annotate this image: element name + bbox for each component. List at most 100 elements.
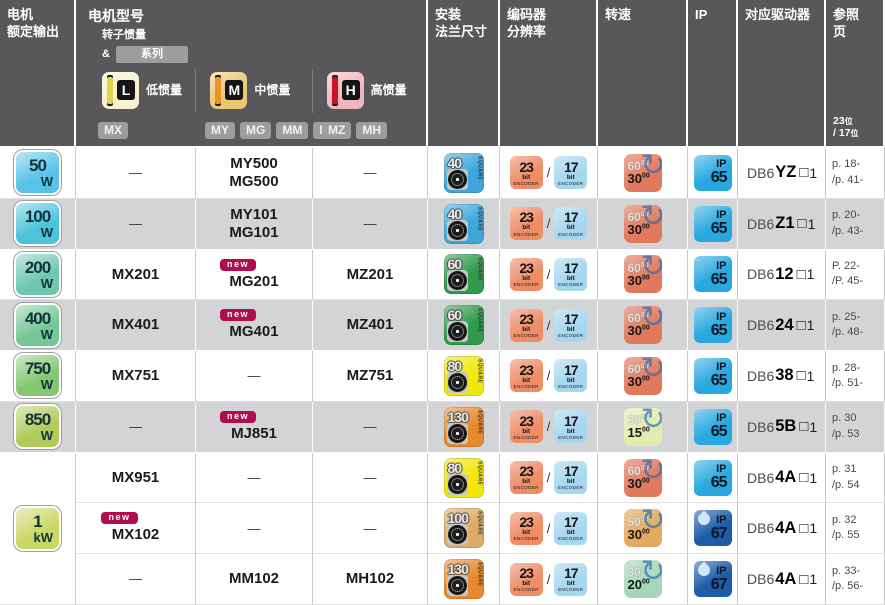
flange-cell: 60SQUARE — [428, 300, 500, 351]
mid-inertia-icon: M — [210, 72, 247, 109]
page-ref-cell: p. 25-/p. 48- — [826, 300, 885, 351]
flange-cell: 40SQUARE — [428, 148, 500, 199]
inertia-bar — [107, 77, 113, 104]
encoder-cell: 23bitENCODER / 17bitENCODER — [500, 199, 598, 250]
speed-icon: 6000 3000 ↻ — [624, 154, 662, 192]
flange-cell: 60SQUARE — [428, 250, 500, 301]
speed-cell: 3000 2000 ↻ — [598, 554, 688, 605]
flange-40-icon: 40SQUARE — [444, 204, 484, 244]
model-cell: — — [313, 402, 428, 453]
rotation-arrow-icon: ↻ — [640, 205, 661, 232]
mid-inertia-label: 中惯量 — [254, 83, 290, 99]
inertia-bar — [332, 77, 338, 104]
header-page-note: 23位 / 17位 — [833, 115, 859, 140]
ip-cell: IP65 — [688, 402, 738, 453]
model-cell: MY101MG101 — [196, 199, 313, 250]
driver-cell: DB64A□1 — [738, 453, 826, 504]
flange-130-icon: 130SQUARE — [444, 407, 484, 447]
encoder-17bit-icon: 17bitENCODER — [554, 512, 587, 545]
power-badge-1kw: 1kW — [14, 506, 61, 551]
low-inertia-icon: L — [102, 72, 139, 109]
new-badge: new — [101, 512, 137, 524]
encoder-17bit-icon: 17bitENCODER — [554, 207, 587, 240]
power-cell: 750W — [0, 351, 76, 402]
driver-cell: DB624□1 — [738, 300, 826, 351]
power-cell: 200W — [0, 250, 76, 301]
driver-cell: DB64A□1 — [738, 554, 826, 605]
power-cell: 100W — [0, 199, 76, 250]
encoder-cell: 23bitENCODER / 17bitENCODER — [500, 250, 598, 301]
page-ref-cell: p. 28-/p. 51- — [826, 351, 885, 402]
rotation-arrow-icon: ↻ — [640, 408, 661, 435]
series-my: MY — [205, 122, 235, 140]
ip-cell: IP65 — [688, 148, 738, 199]
driver-cell: DB65B□1 — [738, 402, 826, 453]
driver-cell: DB64A□1 — [738, 503, 826, 554]
series-mg: MG — [240, 122, 271, 140]
ip-cell: IP65 — [688, 351, 738, 402]
header-model-title: 电机型号 — [88, 7, 426, 25]
encoder-cell: 23bitENCODER / 17bitENCODER — [500, 453, 598, 504]
encoder-17bit-icon: 17bitENCODER — [554, 258, 587, 291]
new-badge: new — [220, 309, 256, 321]
model-cell: — — [313, 199, 428, 250]
ip-cell: IP65 — [688, 300, 738, 351]
inertia-letter: H — [342, 80, 360, 100]
encoder-17bit-icon: 17bitENCODER — [554, 156, 587, 189]
power-badge-200w: 200W — [14, 252, 61, 297]
model-cell: MZ401 — [313, 300, 428, 351]
encoder-cell: 23bitENCODER / 17bitENCODER — [500, 300, 598, 351]
ip65-icon: IP65 — [694, 460, 732, 496]
header-rotor-inertia: 转子惯量 — [102, 28, 426, 42]
inertia-group-high: H 高惯量 — [312, 69, 426, 113]
ip65-icon: IP65 — [694, 358, 732, 394]
power-badge-850w: 850W — [14, 404, 61, 449]
flange-cell: 130SQUARE — [428, 554, 500, 605]
power-badge-100w: 100W — [14, 201, 61, 246]
driver-cell: DB6YZ□1 — [738, 148, 826, 199]
motor-face-icon — [447, 575, 468, 596]
encoder-17bit-icon: 17bitENCODER — [554, 410, 587, 443]
speed-cell: 3000 1500 ↻ — [598, 402, 688, 453]
speed-cell: 6000 3000 ↻ — [598, 300, 688, 351]
page-ref-cell: p. 31/p. 54 — [826, 453, 885, 504]
ip-cell: IP65 — [688, 250, 738, 301]
model-cell: MY500MG500 — [196, 148, 313, 199]
power-cell: 400W — [0, 300, 76, 351]
encoder-23bit-icon: 23bitENCODER — [510, 156, 543, 189]
encoder-17bit-icon: 17bitENCODER — [554, 461, 587, 494]
speed-cell: 6000 3000 ↻ — [598, 250, 688, 301]
header-rated-output-line2: 额定输出 — [7, 24, 67, 41]
speed-icon: 6000 3000 ↻ — [624, 255, 662, 293]
ip65-icon: IP65 — [694, 155, 732, 191]
rotation-arrow-icon: ↻ — [640, 255, 661, 282]
series-mm: MM — [276, 122, 308, 140]
header-page: 参照页 23位 / 17位 — [826, 0, 885, 148]
rotation-arrow-icon: ↻ — [640, 459, 661, 486]
header-speed: 转速 — [598, 0, 688, 148]
speed-cell: 6000 3000 ↻ — [598, 453, 688, 504]
speed-cell: 6000 3000 ↻ — [598, 351, 688, 402]
power-badge-50w: 50W — [14, 150, 61, 195]
speed-cell: 6000 3000 ↻ — [598, 148, 688, 199]
page-ref-cell: p. 20-/p. 43- — [826, 199, 885, 250]
inertia-group-low: L 低惯量 — [88, 69, 195, 113]
model-cell: — — [76, 554, 196, 605]
model-cell: MX201 — [76, 250, 196, 301]
flange-cell: 80SQUARE — [428, 453, 500, 504]
page-ref-cell: p. 18-/p. 41- — [826, 148, 885, 199]
speed-cell: 5000 3000 ↻ — [598, 503, 688, 554]
encoder-23bit-icon: 23bitENCODER — [510, 359, 543, 392]
header-motor-model: 电机型号 转子惯量 & 系列 L 低惯量 M 中惯量 — [76, 0, 428, 148]
encoder-23bit-icon: 23bitENCODER — [510, 258, 543, 291]
motor-face-icon — [447, 270, 468, 291]
page-ref-cell: p. 33-/p. 56- — [826, 554, 885, 605]
model-cell: — — [196, 503, 313, 554]
encoder-17bit-icon: 17bitENCODER — [554, 563, 587, 596]
flange-100-icon: 100SQUARE — [444, 508, 484, 548]
model-cell: new MX102 — [76, 503, 196, 554]
speed-icon: 6000 3000 ↻ — [624, 357, 662, 395]
speed-icon: 3000 1500 ↻ — [624, 408, 662, 446]
flange-80-icon: 80SQUARE — [444, 458, 484, 498]
model-cell: — — [196, 351, 313, 402]
